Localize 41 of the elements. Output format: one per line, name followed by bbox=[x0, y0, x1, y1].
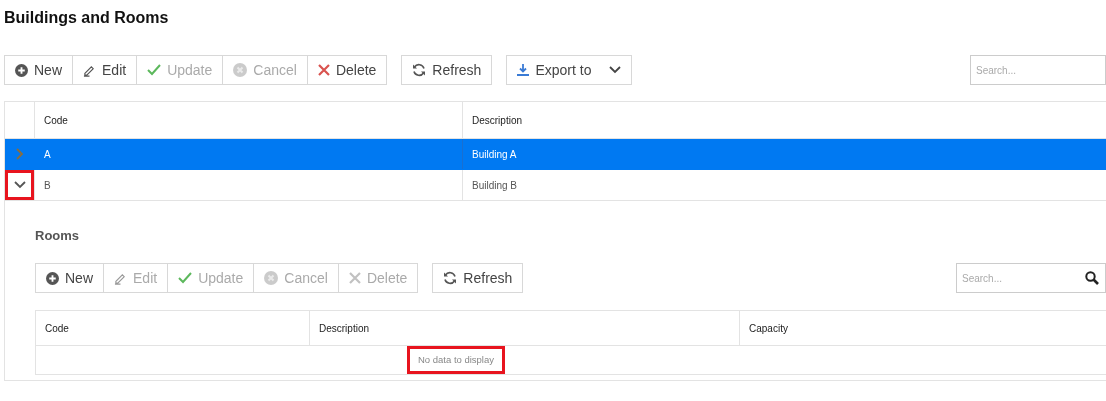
export-dropdown[interactable]: Export to bbox=[506, 55, 633, 85]
caret-icon bbox=[609, 66, 622, 74]
search-field[interactable]: Search... bbox=[956, 263, 1106, 293]
column-header[interactable]: Description bbox=[310, 311, 740, 345]
table-row[interactable]: B Building B bbox=[5, 170, 1106, 201]
expand-toggle[interactable] bbox=[5, 170, 34, 200]
refresh-icon bbox=[412, 63, 427, 77]
cancel-circle-icon bbox=[264, 271, 279, 285]
delete-button[interactable]: Delete bbox=[306, 55, 388, 85]
edit-button[interactable]: Edit bbox=[72, 55, 138, 85]
search-icon bbox=[1085, 271, 1099, 285]
section-title: Rooms bbox=[35, 227, 80, 243]
search-field[interactable]: Search... bbox=[970, 55, 1106, 85]
refresh-button[interactable]: Refresh bbox=[401, 55, 493, 85]
x-icon bbox=[348, 272, 361, 284]
column-header[interactable]: Code bbox=[35, 102, 463, 138]
chevron-down-icon bbox=[13, 181, 26, 189]
empty-message: No data to display bbox=[406, 346, 505, 374]
table-cell-text: Building A bbox=[471, 147, 518, 162]
table-cell: A bbox=[35, 139, 463, 169]
column-header[interactable]: Capacity bbox=[740, 311, 1106, 345]
page-title: Buildings and Rooms bbox=[4, 8, 169, 27]
table-cell: B bbox=[35, 170, 463, 200]
checkmark-icon bbox=[147, 64, 162, 76]
plus-circle-icon bbox=[46, 271, 59, 285]
new-button[interactable]: New bbox=[35, 263, 104, 293]
download-icon bbox=[517, 64, 530, 76]
pencil-icon bbox=[114, 271, 127, 285]
chevron-right-icon bbox=[15, 148, 24, 160]
checkmark-icon bbox=[178, 272, 193, 284]
refresh-icon bbox=[443, 271, 458, 285]
cancel-circle-icon bbox=[233, 63, 248, 77]
table-row[interactable]: A Building A bbox=[5, 139, 1106, 170]
column-header[interactable]: Code bbox=[36, 311, 310, 345]
new-button[interactable]: New bbox=[4, 55, 73, 85]
refresh-button[interactable]: Refresh bbox=[432, 263, 524, 293]
plus-circle-icon bbox=[15, 63, 28, 77]
x-icon bbox=[317, 64, 330, 76]
pencil-icon bbox=[83, 63, 96, 77]
table-cell-text: Building B bbox=[471, 178, 519, 193]
column-header[interactable]: Description bbox=[463, 102, 1106, 138]
